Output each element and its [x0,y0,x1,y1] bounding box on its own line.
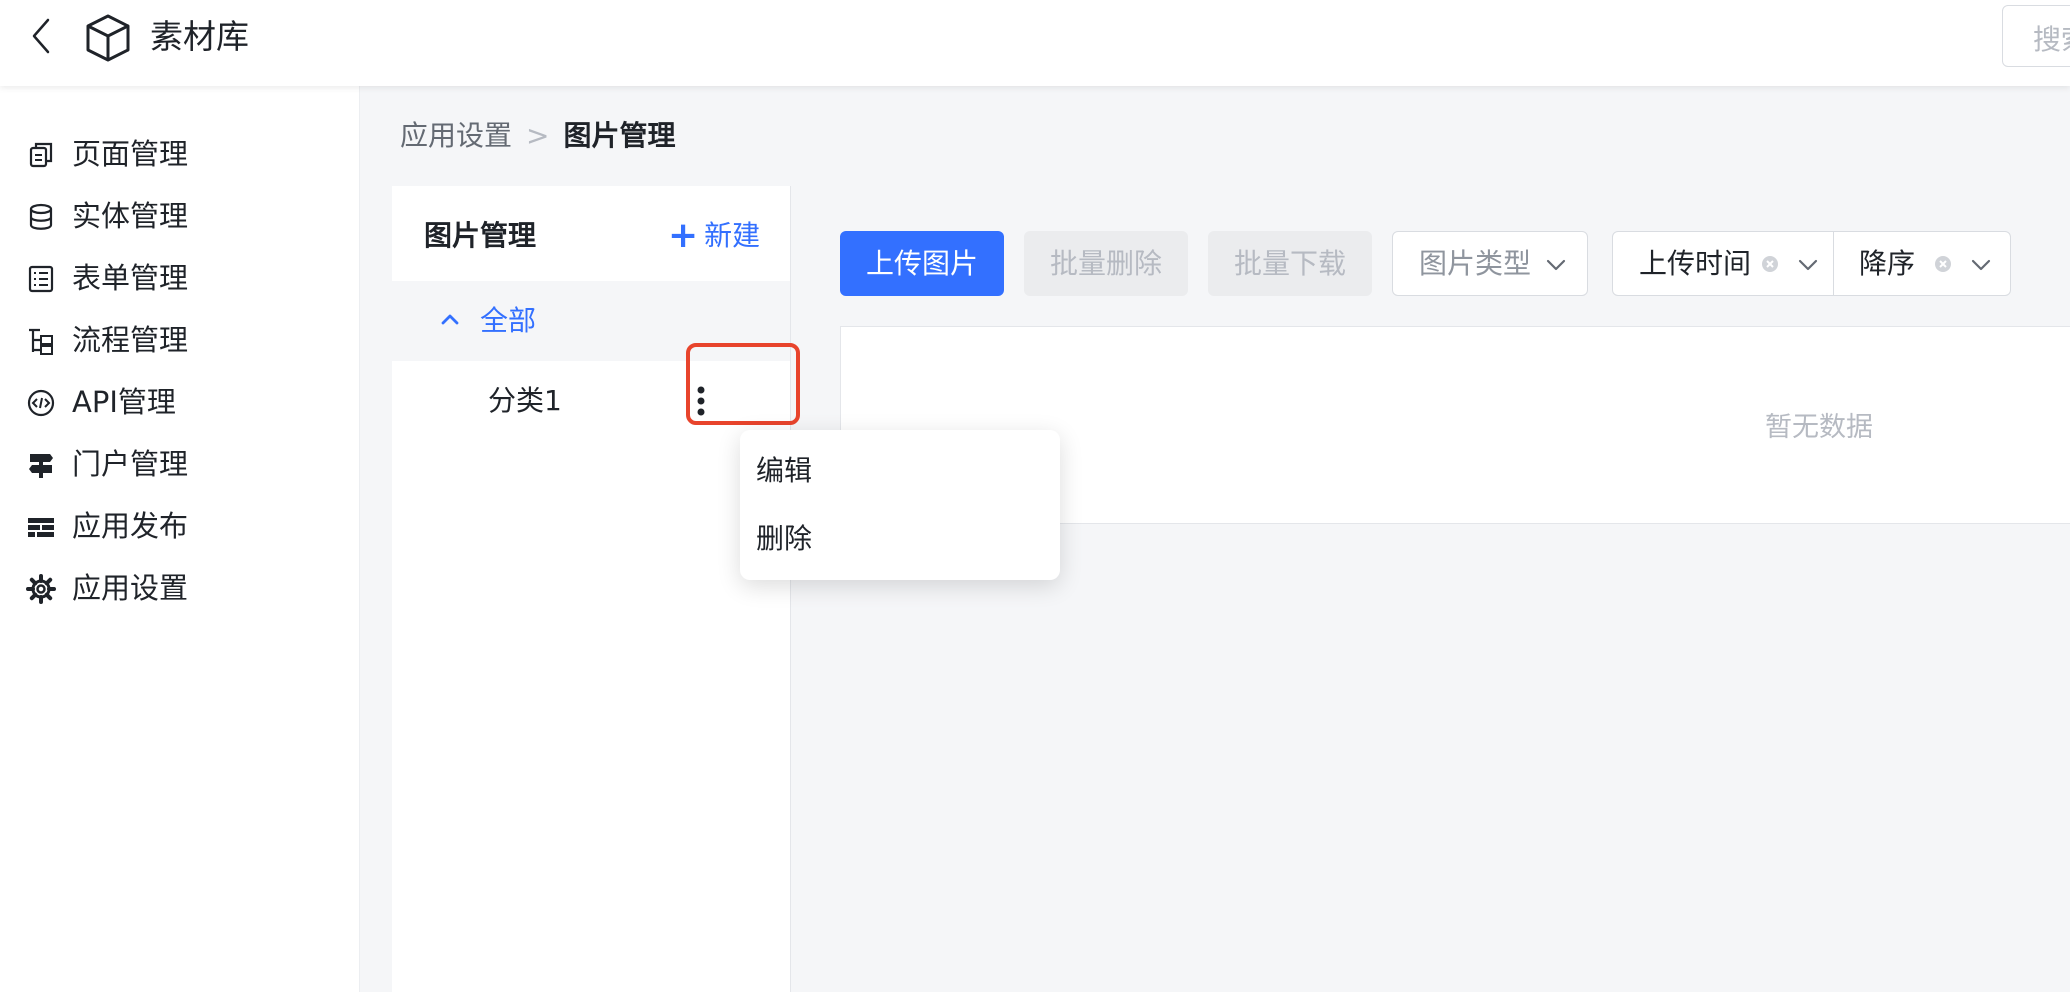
sidebar-item-entities[interactable]: 实体管理 [0,185,360,247]
top-header: 素材库 搜索 [0,0,2070,86]
chevron-up-icon[interactable] [438,307,462,331]
sidebar-item-label: 应用发布 [72,509,189,543]
sort-order-value: 降序 [1859,247,1916,280]
search-placeholder: 搜索 [2033,23,2070,56]
batch-delete-button[interactable]: 批量删除 [1024,231,1188,296]
breadcrumb-current: 图片管理 [563,119,676,152]
sort-field-select[interactable]: 上传时间 [1612,231,1834,296]
chevron-down-icon [1546,259,1566,271]
category-context-menu: 编辑 删除 [740,430,1060,580]
image-type-placeholder: 图片类型 [1419,247,1532,280]
clear-icon[interactable] [1761,255,1779,273]
chevron-down-icon [1971,259,1991,271]
menu-item-delete[interactable]: 删除 [756,511,1046,567]
sidebar-item-pages[interactable]: 页面管理 [0,123,360,185]
flow-icon [29,328,53,355]
sidebar-item-label: 页面管理 [72,137,189,171]
sidebar-item-flows[interactable]: 流程管理 [0,309,360,371]
sidebar-item-publish[interactable]: 应用发布 [0,495,360,557]
form-icon [28,265,54,293]
category-item-label: 分类1 [488,384,562,417]
chevron-down-icon [1798,259,1818,271]
sidebar-item-forms[interactable]: 表单管理 [0,247,360,309]
breadcrumb-separator: > [526,119,550,152]
database-icon [29,203,53,230]
new-category-button[interactable]: + 新建 [668,216,760,256]
publish-icon [28,518,54,537]
upload-image-button[interactable]: 上传图片 [840,231,1004,296]
sidebar-item-label: 实体管理 [72,199,189,233]
search-input[interactable]: 搜索 [2002,5,2070,67]
empty-state-text: 暂无数据 [1765,412,1873,443]
new-category-label: 新建 [704,219,761,252]
batch-download-button[interactable]: 批量下载 [1208,231,1372,296]
category-all-label: 全部 [480,304,537,337]
sidebar-item-label: 表单管理 [72,261,189,295]
breadcrumb: 应用设置 > 图片管理 [400,116,676,156]
menu-item-edit[interactable]: 编辑 [756,443,1046,499]
category-panel: 图片管理 + 新建 全部 分类1 [392,186,791,992]
sort-order-select[interactable]: 降序 [1833,231,2011,296]
signpost-icon [29,454,53,478]
sidebar-item-api[interactable]: API管理 [0,371,360,433]
sort-field-value: 上传时间 [1639,247,1752,280]
app-title: 素材库 [150,17,249,56]
more-vertical-icon[interactable] [686,381,716,421]
category-panel-title: 图片管理 [424,219,537,252]
category-item[interactable]: 分类1 [392,361,790,441]
sidebar-item-label: 门户管理 [72,447,189,481]
category-all[interactable]: 全部 [392,281,790,361]
chevron-left-icon[interactable] [26,16,56,56]
sidebar-item-portal[interactable]: 门户管理 [0,433,360,495]
cube-icon [86,14,130,62]
sidebar-item-label: 流程管理 [72,323,189,357]
pages-icon [29,142,53,168]
clear-icon[interactable] [1934,255,1952,273]
sidebar-item-label: 应用设置 [72,571,189,605]
sidebar-item-settings[interactable]: 应用设置 [0,557,360,619]
plus-icon: + [668,215,699,256]
api-icon [27,389,55,417]
sidebar-item-label: API管理 [72,385,176,419]
gear-icon [26,574,56,604]
image-type-select[interactable]: 图片类型 [1392,231,1588,296]
sidebar: 页面管理 实体管理 表单管理 流程管理 API管理 门户管理 应用发布 应用设置 [0,86,360,992]
breadcrumb-parent[interactable]: 应用设置 [400,119,512,152]
